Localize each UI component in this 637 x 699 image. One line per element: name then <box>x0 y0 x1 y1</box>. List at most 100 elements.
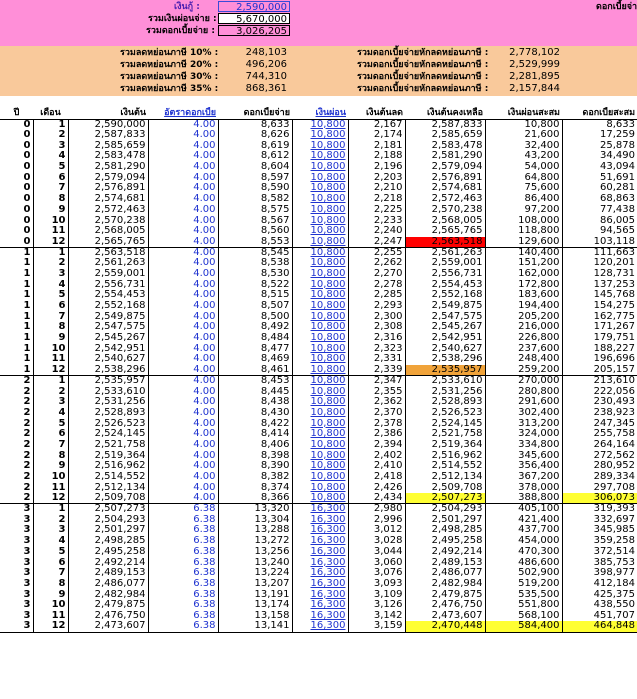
cell-rate[interactable]: 6.38 <box>148 514 219 526</box>
cell-rate[interactable]: 6.38 <box>148 621 219 633</box>
cell-payment[interactable]: 10,800 <box>292 364 349 376</box>
cell-payment[interactable]: 10,800 <box>292 193 349 205</box>
cell-payment[interactable]: 10,800 <box>292 332 349 344</box>
cell-payment[interactable]: 10,800 <box>292 129 349 141</box>
cell-payment[interactable]: 16,300 <box>292 578 349 590</box>
cell-rate[interactable]: 4.00 <box>148 375 219 387</box>
cell-payment[interactable]: 10,800 <box>292 172 349 184</box>
cell-payment[interactable]: 10,800 <box>292 311 349 323</box>
cell-payment[interactable]: 16,300 <box>292 567 349 579</box>
cell-rate[interactable]: 6.38 <box>148 546 219 558</box>
cell-rate[interactable]: 6.38 <box>148 578 219 590</box>
cell-payment[interactable]: 10,800 <box>292 161 349 173</box>
cell-payment[interactable]: 10,800 <box>292 482 349 494</box>
cell-rate[interactable]: 4.00 <box>148 290 219 301</box>
cell-payment[interactable]: 16,300 <box>292 535 349 547</box>
cell-rate[interactable]: 4.00 <box>148 439 219 451</box>
cell-payment[interactable]: 10,800 <box>292 407 349 419</box>
cell-rate[interactable]: 6.38 <box>148 503 219 515</box>
cell-rate[interactable]: 4.00 <box>148 204 219 216</box>
cell-rate[interactable]: 4.00 <box>148 172 219 184</box>
cell-payment[interactable]: 10,800 <box>292 225 349 237</box>
cell-rate[interactable]: 4.00 <box>148 332 219 344</box>
cell-payment[interactable]: 16,300 <box>292 546 349 558</box>
cell-payment[interactable]: 16,300 <box>292 557 349 568</box>
cell-payment[interactable]: 10,800 <box>292 236 349 248</box>
cell-rate[interactable]: 4.00 <box>148 247 219 258</box>
cell-rate[interactable]: 4.00 <box>148 322 219 333</box>
cell-rate[interactable]: 4.00 <box>148 364 219 376</box>
cell-rate[interactable]: 4.00 <box>148 193 219 205</box>
cell-rate[interactable]: 4.00 <box>148 396 219 408</box>
cell-rate[interactable]: 4.00 <box>148 215 219 226</box>
cell-payment[interactable]: 16,300 <box>292 514 349 526</box>
cell-rate[interactable]: 4.00 <box>148 183 219 194</box>
cell-payment[interactable]: 10,800 <box>292 396 349 408</box>
cell-rate[interactable]: 4.00 <box>148 354 219 365</box>
cell-payment[interactable]: 16,300 <box>292 621 349 633</box>
cell-rate[interactable]: 6.38 <box>148 525 219 536</box>
cell-payment[interactable]: 10,800 <box>292 343 349 355</box>
cell-rate[interactable]: 4.00 <box>148 471 219 483</box>
cell-payment[interactable]: 16,300 <box>292 525 349 536</box>
cell-payment[interactable]: 10,800 <box>292 119 349 130</box>
cell-rate[interactable]: 4.00 <box>148 386 219 397</box>
cell-payment[interactable]: 10,800 <box>292 183 349 194</box>
cell-rate[interactable]: 6.38 <box>148 589 219 600</box>
cell-rate[interactable]: 4.00 <box>148 279 219 290</box>
cell-rate[interactable]: 4.00 <box>148 418 219 429</box>
cell-payment[interactable]: 10,800 <box>292 375 349 387</box>
cell-payment[interactable]: 10,800 <box>292 450 349 461</box>
cell-payment[interactable]: 16,300 <box>292 599 349 611</box>
cell-rate[interactable]: 6.38 <box>148 567 219 579</box>
cell-payment[interactable]: 10,800 <box>292 300 349 312</box>
loan-amount-input[interactable]: 2,590,000 <box>218 1 290 13</box>
cell-payment[interactable]: 10,800 <box>292 215 349 226</box>
cell-payment[interactable]: 10,800 <box>292 461 349 472</box>
cell-rate[interactable]: 4.00 <box>148 268 219 280</box>
cell-payment[interactable]: 10,800 <box>292 268 349 280</box>
cell-rate[interactable]: 4.00 <box>148 461 219 472</box>
cell-payment[interactable]: 10,800 <box>292 279 349 290</box>
cell-rate[interactable]: 4.00 <box>148 482 219 494</box>
cell-payment[interactable]: 16,300 <box>292 589 349 600</box>
cell-rate[interactable]: 4.00 <box>148 257 219 269</box>
cell-rate[interactable]: 4.00 <box>148 225 219 237</box>
cell-rate[interactable]: 4.00 <box>148 343 219 355</box>
cell-payment[interactable]: 10,800 <box>292 439 349 451</box>
cell-payment[interactable]: 10,800 <box>292 471 349 483</box>
cell-payment[interactable]: 16,300 <box>292 503 349 515</box>
cell-rate[interactable]: 4.00 <box>148 300 219 312</box>
cell-payment[interactable]: 10,800 <box>292 247 349 258</box>
cell-payment[interactable]: 10,800 <box>292 354 349 365</box>
cell-rate[interactable]: 4.00 <box>148 311 219 323</box>
cell-payment[interactable]: 10,800 <box>292 204 349 216</box>
cell-payment[interactable]: 10,800 <box>292 418 349 429</box>
cell-payment[interactable]: 10,800 <box>292 386 349 397</box>
cell-year: 0 <box>0 183 34 194</box>
cell-rate[interactable]: 6.38 <box>148 535 219 547</box>
cell-cumulative-interest: 213,610 <box>593 375 635 387</box>
cell-year: 1 <box>0 354 34 365</box>
cell-payment[interactable]: 16,300 <box>292 610 349 622</box>
cell-payment[interactable]: 10,800 <box>292 257 349 269</box>
cell-rate[interactable]: 4.00 <box>148 493 219 505</box>
cell-rate[interactable]: 6.38 <box>148 599 219 611</box>
cell-rate[interactable]: 4.00 <box>148 119 219 130</box>
cell-payment[interactable]: 10,800 <box>292 493 349 505</box>
cell-payment[interactable]: 10,800 <box>292 151 349 162</box>
cell-payment[interactable]: 10,800 <box>292 428 349 440</box>
cell-payment[interactable]: 10,800 <box>292 322 349 333</box>
cell-rate[interactable]: 4.00 <box>148 151 219 162</box>
cell-rate[interactable]: 4.00 <box>148 428 219 440</box>
cell-rate[interactable]: 4.00 <box>148 236 219 248</box>
cell-rate[interactable]: 6.38 <box>148 610 219 622</box>
cell-rate[interactable]: 6.38 <box>148 557 219 568</box>
cell-rate[interactable]: 4.00 <box>148 129 219 141</box>
cell-rate[interactable]: 4.00 <box>148 450 219 461</box>
cell-rate[interactable]: 4.00 <box>148 140 219 152</box>
cell-payment[interactable]: 10,800 <box>292 140 349 152</box>
cell-rate[interactable]: 4.00 <box>148 161 219 173</box>
cell-rate[interactable]: 4.00 <box>148 407 219 419</box>
cell-payment[interactable]: 10,800 <box>292 290 349 301</box>
